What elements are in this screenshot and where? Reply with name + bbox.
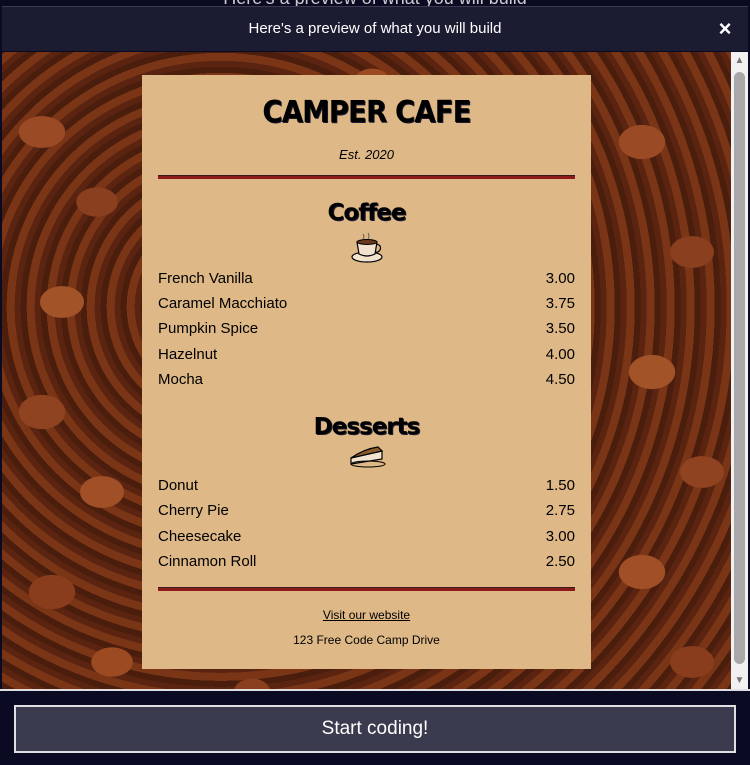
item-name: Cinnamon Roll [158, 553, 257, 570]
preview-modal: Here's a preview of what you will build … [0, 0, 750, 765]
established-text: Est. 2020 [339, 147, 394, 162]
section-title-desserts: Desserts [313, 414, 421, 440]
item-price: 4.00 [545, 346, 575, 363]
cafe-menu: CAMPER CAFE Est. 2020 Coffee French Vani… [142, 75, 591, 669]
modal-footer: Start coding! [0, 689, 750, 765]
menu-item: French Vanilla 3.00 [158, 270, 575, 290]
preview-frame: CAMPER CAFE Est. 2020 Coffee French Vani… [2, 52, 731, 689]
item-name: Cheesecake [158, 528, 242, 545]
item-name: Cherry Pie [158, 502, 229, 519]
modal-header: Here's a preview of what you will build … [2, 6, 748, 51]
item-price: 3.00 [545, 528, 575, 545]
close-icon: × [718, 16, 732, 41]
scroll-down-arrow-icon[interactable]: ▼ [731, 672, 748, 689]
item-name: Donut [158, 477, 199, 494]
item-name: Hazelnut [158, 346, 218, 363]
coffee-cup-icon [142, 230, 591, 269]
menu-item: Cherry Pie 2.75 [158, 502, 575, 522]
item-price: 1.50 [545, 477, 575, 494]
item-name: French Vanilla [158, 270, 253, 287]
section-title-coffee: Coffee [327, 200, 407, 226]
modal-title: Here's a preview of what you will build [248, 20, 502, 37]
pie-slice-icon [142, 443, 591, 474]
item-price: 2.75 [545, 502, 575, 519]
menu-item: Pumpkin Spice 3.50 [158, 320, 575, 340]
item-name: Pumpkin Spice [158, 320, 259, 337]
item-name: Mocha [158, 371, 204, 388]
bottom-divider [158, 587, 575, 591]
item-price: 3.75 [545, 295, 575, 312]
scroll-up-arrow-icon[interactable]: ▲ [731, 52, 748, 69]
preview-scrollbar[interactable]: ▲ ▼ [731, 52, 748, 689]
menu-item: Mocha 4.50 [158, 371, 575, 391]
item-price: 3.50 [545, 320, 575, 337]
item-price: 4.50 [545, 371, 575, 388]
item-name: Caramel Macchiato [158, 295, 288, 312]
start-coding-button[interactable]: Start coding! [14, 705, 736, 753]
top-divider [158, 175, 575, 179]
scroll-thumb[interactable] [734, 72, 745, 664]
address-text: 123 Free Code Camp Drive [293, 633, 440, 647]
menu-item: Caramel Macchiato 3.75 [158, 295, 575, 315]
menu-item: Cinnamon Roll 2.50 [158, 553, 575, 573]
website-link[interactable]: Visit our website [142, 608, 591, 622]
item-price: 3.00 [545, 270, 575, 287]
menu-item: Hazelnut 4.00 [158, 346, 575, 366]
menu-item: Cheesecake 3.00 [158, 528, 575, 548]
menu-item: Donut 1.50 [158, 477, 575, 497]
cafe-title: CAMPER CAFE [262, 95, 471, 130]
item-price: 2.50 [545, 553, 575, 570]
close-button[interactable]: × [714, 18, 736, 40]
